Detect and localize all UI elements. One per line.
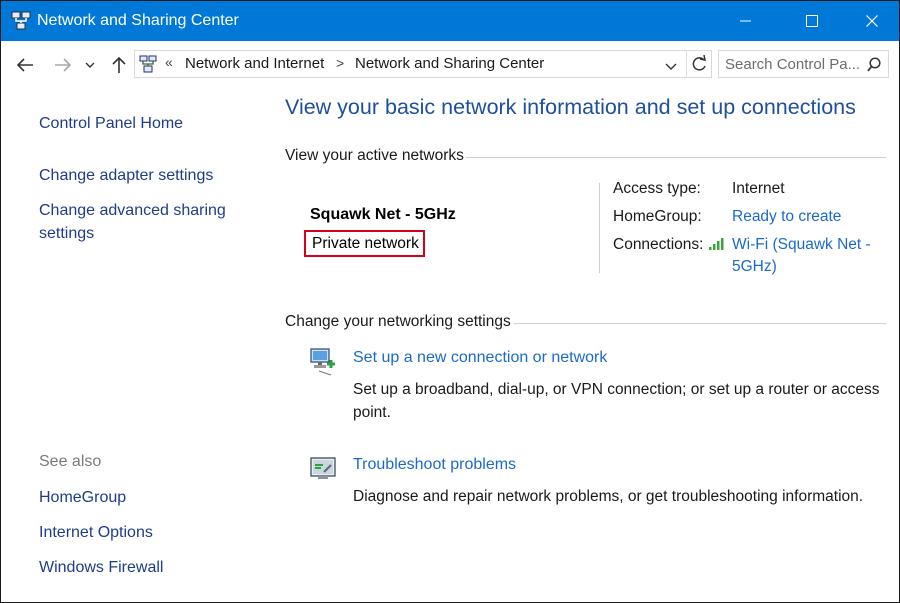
change-adapter-settings-link[interactable]: Change adapter settings: [39, 164, 213, 187]
chevron-down-icon: [85, 62, 95, 68]
homegroup-link[interactable]: HomeGroup: [39, 486, 126, 509]
network-center-app-icon: [11, 11, 31, 30]
wifi-connection-line2: 5GHz): [732, 258, 777, 275]
window: Network and Sharing Center « Network and…: [0, 0, 900, 603]
section-divider: [466, 157, 886, 158]
network-details-divider: [599, 183, 600, 273]
close-button[interactable]: [849, 1, 895, 41]
forward-button[interactable]: [51, 53, 75, 77]
wifi-connection-line1: Wi-Fi (Squawk Net -: [732, 236, 871, 253]
wifi-connection-link[interactable]: Wi-Fi (Squawk Net - 5GHz): [732, 236, 871, 276]
troubleshoot-problems-description: Diagnose and repair network problems, or…: [353, 488, 864, 505]
control-panel-icon: [139, 55, 157, 73]
homegroup-label: HomeGroup:: [613, 208, 702, 225]
troubleshoot-icon: [310, 457, 336, 479]
minimize-icon: [740, 20, 751, 22]
homegroup-status-link[interactable]: Ready to create: [732, 208, 841, 226]
breadcrumb-network-and-sharing-center[interactable]: Network and Sharing Center: [355, 55, 544, 72]
up-arrow-icon: [112, 56, 126, 73]
search-icon[interactable]: [867, 57, 881, 72]
set-up-connection-link[interactable]: Set up a new connection or network: [353, 349, 607, 367]
search-input[interactable]: [725, 54, 860, 74]
new-connection-icon: [310, 348, 335, 376]
back-button[interactable]: [13, 53, 37, 77]
breadcrumb-separator[interactable]: >: [336, 55, 344, 71]
chevron-down-icon: [665, 63, 677, 70]
set-up-connection-description: Set up a broadband, dial-up, or VPN conn…: [353, 381, 880, 421]
active-networks-label: View your active networks: [285, 147, 464, 164]
minimize-button[interactable]: [723, 1, 769, 41]
page-title: View your basic network information and …: [285, 95, 856, 119]
breadcrumb-network-and-internet[interactable]: Network and Internet: [185, 55, 324, 72]
recent-locations-button[interactable]: [81, 53, 99, 77]
address-bar[interactable]: « Network and Internet > Network and Sha…: [134, 50, 712, 78]
access-type-label: Access type:: [613, 180, 701, 197]
control-panel-home-link[interactable]: Control Panel Home: [39, 112, 183, 135]
overflow-marker[interactable]: «: [165, 54, 173, 70]
change-settings-label: Change your networking settings: [285, 313, 511, 330]
refresh-icon: [692, 54, 706, 71]
search-box[interactable]: [718, 50, 889, 78]
windows-firewall-link[interactable]: Windows Firewall: [39, 556, 163, 579]
section-divider: [514, 323, 886, 324]
network-category: Private network: [312, 235, 419, 252]
address-dropdown-button[interactable]: [665, 58, 677, 76]
refresh-button[interactable]: [691, 54, 707, 78]
close-icon: [866, 15, 878, 27]
title-bar: Network and Sharing Center: [1, 1, 899, 41]
address-divider: [686, 51, 687, 77]
see-also-heading: See also: [39, 453, 102, 470]
network-category-highlight: Private network: [304, 230, 425, 257]
forward-arrow-icon: [55, 58, 72, 72]
maximize-icon: [806, 15, 818, 27]
connections-label: Connections:: [613, 236, 704, 253]
change-advanced-sharing-settings-link[interactable]: Change advanced sharing settings: [39, 199, 239, 245]
access-type-value: Internet: [732, 180, 785, 197]
back-arrow-icon: [16, 58, 33, 72]
up-button[interactable]: [107, 53, 131, 77]
network-name: Squawk Net - 5GHz: [310, 206, 456, 223]
wifi-signal-icon: [709, 238, 724, 250]
troubleshoot-problems-link[interactable]: Troubleshoot problems: [353, 456, 516, 474]
internet-options-link[interactable]: Internet Options: [39, 521, 153, 544]
window-title: Network and Sharing Center: [37, 12, 239, 29]
navigation-bar: « Network and Internet > Network and Sha…: [1, 41, 899, 89]
maximize-button[interactable]: [789, 1, 835, 41]
